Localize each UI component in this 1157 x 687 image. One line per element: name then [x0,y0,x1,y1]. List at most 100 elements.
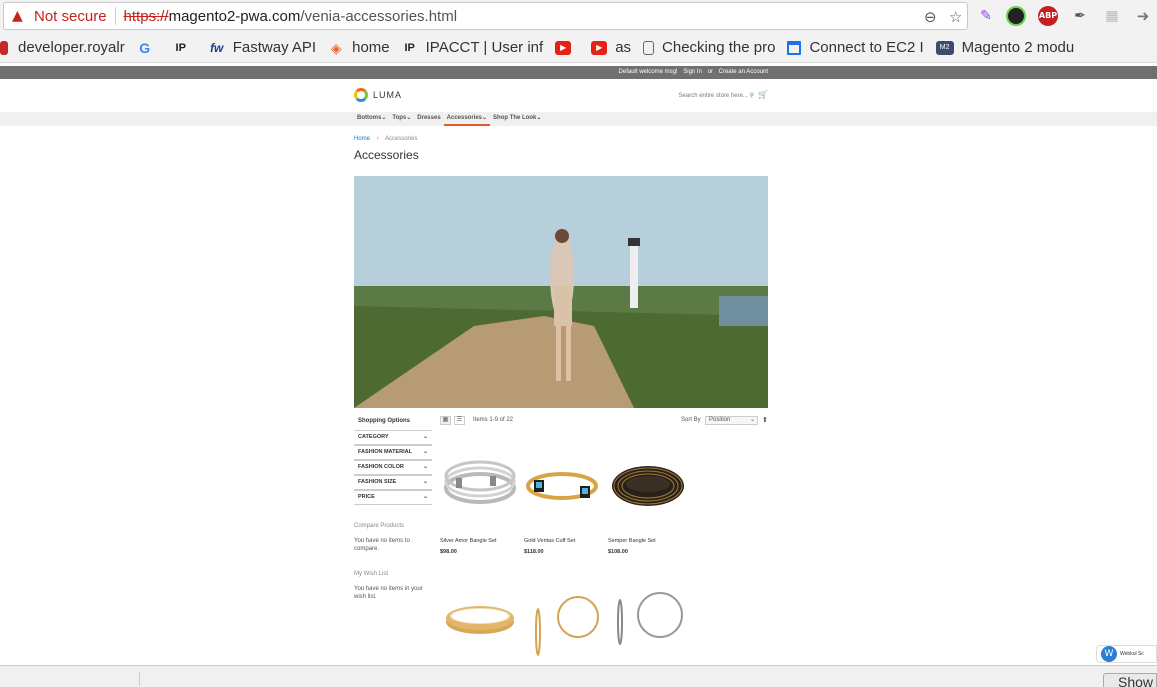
product-price: $118.00 [524,549,544,555]
silver-bangle-illustration [444,460,516,504]
forward-extension-icon[interactable]: ➜ [1133,6,1153,26]
product-image[interactable] [608,446,688,536]
product-item[interactable]: Gold Veritas Cuff Set $118.00 [524,446,604,555]
m2-icon: M2 [935,40,954,55]
logo[interactable]: LUMA [354,88,402,102]
grid-extension-icon[interactable]: ▦ [1102,6,1122,26]
chevron-down-icon: ⌄ [482,115,488,121]
chevron-down-icon: ⌄ [422,434,428,440]
luma-logo-icon [354,88,368,102]
security-label[interactable]: Not secure [34,8,107,25]
ipacct-icon: IP [175,41,186,54]
divider [139,672,140,686]
bookmark-item[interactable]: developer.royalr [0,39,125,56]
product-image[interactable] [440,590,520,660]
webkul-widget[interactable]: W Webkul Sc [1096,645,1157,663]
shopping-options-title: Shopping Options [358,418,410,424]
download-bar [0,665,1157,687]
show-all-button[interactable]: Show [1103,673,1157,687]
address-bar[interactable]: ▲ Not secure https://magento2-pwa.com/ve… [3,2,968,30]
filter-category[interactable]: CATEGORY ⌄ [354,430,432,445]
product-image[interactable] [440,446,520,536]
color-extension-icon[interactable] [1006,6,1026,26]
search-input[interactable]: Search entire store here... ⚲ [679,92,754,99]
product-image[interactable] [524,590,604,660]
logo-text: LUMA [373,90,403,100]
bookmarks-bar: developer.royalr G IP fw Fastway API ◈ hom… [0,33,1157,63]
window-icon [787,40,802,55]
bookmark-item[interactable]: fw Fastway API [209,39,316,56]
site-header: LUMA Search entire store here... ⚲ 🛒 [354,86,768,106]
breadcrumb: Home › Accessories [354,136,417,142]
chevron-down-icon: ⌄ [536,115,542,121]
adblock-icon[interactable]: ABP [1038,6,1058,26]
bookmark-item[interactable]: ▶ [555,40,579,55]
sort-direction-icon[interactable]: ⬆ [762,416,768,424]
filter-fashion-material[interactable]: FASHION MATERIAL ⌄ [354,445,432,460]
chevron-down-icon: ⌄ [381,115,387,121]
product-item[interactable] [440,590,520,660]
list-view-icon[interactable]: ☰ [454,416,465,425]
product-name[interactable]: Semper Bangle Set [608,538,688,544]
google-icon: G [139,39,151,56]
sort-select[interactable]: Position ⌄ [705,416,758,425]
eyedropper-extension-icon[interactable]: ✒ [1070,6,1090,26]
nav-item-tops[interactable]: Tops⌄ [389,112,414,126]
product-name[interactable]: Gold Veritas Cuff Set [524,538,604,544]
product-image[interactable] [524,446,604,536]
sign-in-link[interactable]: Sign In [683,69,702,75]
wishlist-title: My Wish List [354,571,389,577]
bookmark-item[interactable]: IP [173,41,197,55]
bookmark-item[interactable]: ▶ as [591,39,631,56]
nav-item-accessories[interactable]: Accessories⌄ [443,112,491,126]
fastway-icon: fw [210,40,224,55]
bookmark-item[interactable]: G [137,41,161,55]
hero-photo-illustration [354,176,768,408]
browser-toolbar: ▲ Not secure https://magento2-pwa.com/ve… [0,0,1157,33]
black-bangle-illustration [612,466,684,506]
bookmark-item[interactable]: M2 Magento 2 modu [935,39,1074,56]
bookmark-item[interactable]: IP IPACCT | User inf [402,39,543,56]
gold-bangle-illustration [446,606,514,634]
nav-item-bottoms[interactable]: Bottoms⌄ [354,112,389,126]
feather-extension-icon[interactable]: ✎ [976,6,996,26]
product-item[interactable] [524,590,604,660]
breadcrumb-separator-icon: › [376,136,379,142]
product-item[interactable]: Silver Amor Bangle Set $98.00 [440,446,520,555]
ipacct-icon: IP [404,41,415,54]
bookmark-item[interactable]: Checking the pro [643,39,775,56]
nav-bar: Bottoms⌄ Tops⌄ Dresses Accessories⌄ Shop… [0,112,1157,126]
filter-fashion-size[interactable]: FASHION SIZE ⌄ [354,475,432,490]
breadcrumb-home[interactable]: Home [354,136,370,142]
silver-hoops-illustration [617,592,683,645]
grid-view-icon[interactable]: ▦ [440,416,451,425]
nav-item-shop-the-look[interactable]: Shop The Look⌄ [490,112,544,126]
nav-item-dresses[interactable]: Dresses [414,112,443,126]
compare-text: You have no items to compare. [354,538,410,552]
chevron-down-icon: ⌄ [422,479,428,485]
filter-price[interactable]: PRICE ⌄ [354,490,432,505]
welcome-text: Default welcome msg! [618,69,678,75]
product-item[interactable]: Semper Bangle Set $108.00 [608,446,688,555]
gold-hoops-illustration [535,596,599,656]
product-name[interactable]: Silver Amor Bangle Set [440,538,520,544]
gold-cuff-illustration [526,472,598,500]
cart-icon[interactable]: 🛒 [758,90,768,99]
bookmark-item[interactable]: Connect to EC2 I [787,39,924,56]
red-box-icon [0,40,8,55]
sort-label: Sort By [681,417,701,423]
product-price: $108.00 [608,549,628,555]
magento-icon: ◈ [330,39,342,56]
create-account-link[interactable]: Create an Account [719,69,768,75]
zoom-icon[interactable]: ⊖ [924,8,937,26]
bookmark-star-icon[interactable]: ☆ [949,8,962,26]
bookmark-item[interactable]: ◈ home [328,39,390,56]
youtube-icon: ▶ [591,40,608,55]
product-image[interactable] [608,590,688,660]
filter-fashion-color[interactable]: FASHION COLOR ⌄ [354,460,432,475]
widget-label: Webkul Sc [1120,651,1144,657]
product-item[interactable] [608,590,688,660]
category-hero-image [354,176,768,408]
search-icon[interactable]: ⚲ [750,93,754,99]
url-text[interactable]: https://magento2-pwa.com/venia-accessori… [124,8,458,25]
